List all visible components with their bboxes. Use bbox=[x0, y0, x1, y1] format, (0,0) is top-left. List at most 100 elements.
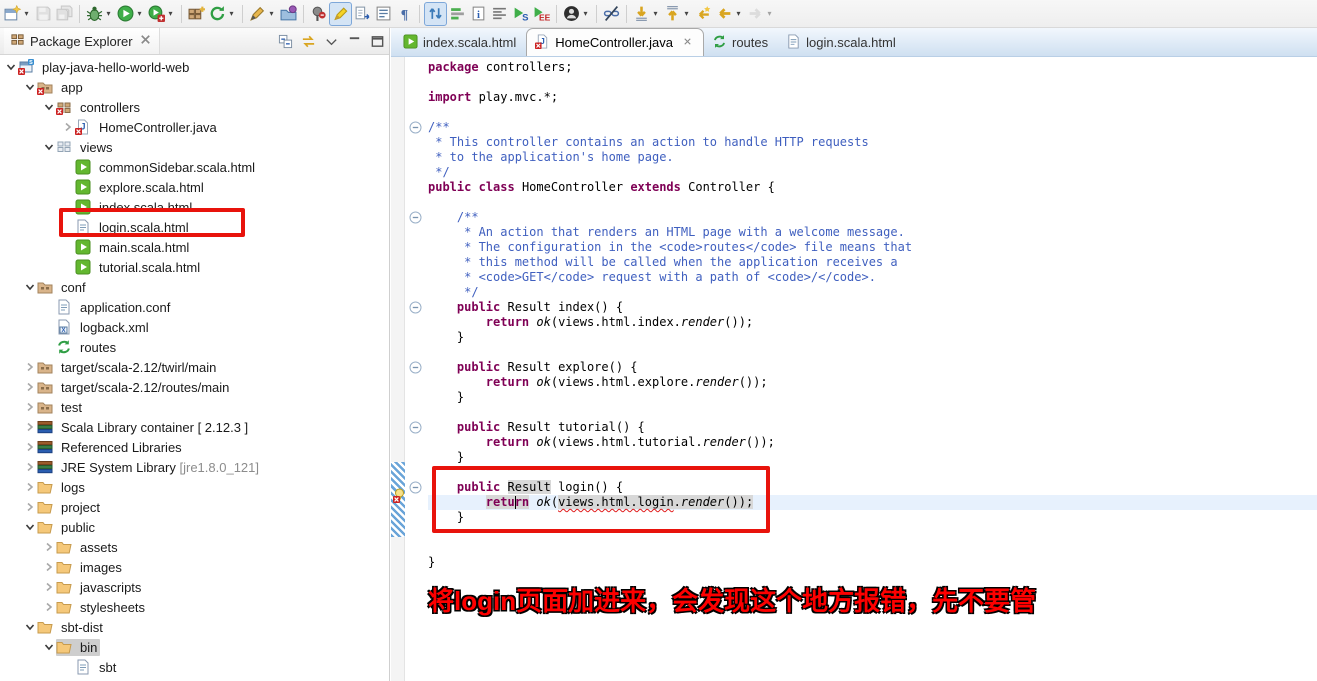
code-line-24[interactable] bbox=[428, 405, 912, 420]
tree-item-target-scala-2.12-routes-main[interactable]: target/scala-2.12/routes/main bbox=[0, 377, 389, 397]
code-line-22[interactable]: return ok(views.html.explore.render()); bbox=[428, 375, 912, 390]
code-line-11[interactable]: /** bbox=[428, 210, 912, 225]
collapsed-arrow-icon[interactable] bbox=[42, 560, 56, 574]
pin-editor-button[interactable] bbox=[308, 2, 329, 26]
tree-item-stylesheets[interactable]: stylesheets bbox=[0, 597, 389, 617]
code-line-19[interactable]: } bbox=[428, 330, 912, 345]
show-info-button[interactable]: i bbox=[468, 2, 489, 26]
tree-item-content[interactable]: Scala Library container [ 2.12.3 ] bbox=[37, 419, 251, 436]
dropdown-arrow-icon[interactable]: ▾ bbox=[267, 9, 276, 18]
tree-item-content[interactable]: project bbox=[37, 499, 103, 516]
tree-item-assets[interactable]: assets bbox=[0, 537, 389, 557]
code-line-1[interactable]: package controllers; bbox=[428, 60, 912, 75]
tree-item-commonsidebar.scala.html[interactable]: commonSidebar.scala.html bbox=[0, 157, 389, 177]
expanded-arrow-icon[interactable] bbox=[4, 60, 18, 74]
open-task-button[interactable] bbox=[278, 2, 299, 26]
code-line-17[interactable]: public Result index() { bbox=[428, 300, 912, 315]
expanded-arrow-icon[interactable] bbox=[42, 140, 56, 154]
code-line-2[interactable] bbox=[428, 75, 912, 90]
tree-item-javascripts[interactable]: javascripts bbox=[0, 577, 389, 597]
dropdown-arrow-icon[interactable]: ▾ bbox=[581, 9, 590, 18]
run-ee-button[interactable]: EE bbox=[531, 2, 552, 26]
collapse-all-icon[interactable] bbox=[278, 34, 293, 49]
collapsed-arrow-icon[interactable] bbox=[23, 440, 37, 454]
maximize-icon[interactable] bbox=[370, 34, 385, 49]
collapsed-arrow-icon[interactable] bbox=[23, 460, 37, 474]
editor-body[interactable]: package controllers; import play.mvc.*; /*… bbox=[391, 57, 1317, 681]
code-line-8[interactable]: */ bbox=[428, 165, 912, 180]
new-button[interactable]: ▾ bbox=[2, 2, 33, 26]
tree-item-main.scala.html[interactable]: main.scala.html bbox=[0, 237, 389, 257]
dropdown-arrow-icon[interactable]: ▾ bbox=[135, 9, 144, 18]
toggle-sync-button[interactable] bbox=[424, 1, 447, 26]
folding-margin[interactable] bbox=[405, 57, 428, 681]
dropdown-arrow-icon[interactable]: ▾ bbox=[166, 9, 175, 18]
code-line-14[interactable]: * this method will be called when the ap… bbox=[428, 255, 912, 270]
code-line-7[interactable]: * to the application's home page. bbox=[428, 150, 912, 165]
tree-item-content[interactable]: assets bbox=[56, 539, 121, 556]
gradle-refresh-button[interactable]: ▾ bbox=[207, 2, 238, 26]
code-line-10[interactable] bbox=[428, 195, 912, 210]
code-line-3[interactable]: import play.mvc.*; bbox=[428, 90, 912, 105]
tree-item-content[interactable]: public bbox=[37, 519, 98, 536]
tree-item-logback.xml[interactable]: Xlogback.xml bbox=[0, 317, 389, 337]
expanded-arrow-icon[interactable] bbox=[23, 80, 37, 94]
tree-item-conf[interactable]: conf bbox=[0, 277, 389, 297]
dropdown-arrow-icon[interactable]: ▾ bbox=[104, 9, 113, 18]
editor-tab-login.scala.html[interactable]: login.scala.html bbox=[778, 29, 906, 56]
tree-item-content[interactable]: javascripts bbox=[56, 579, 144, 596]
dropdown-arrow-icon[interactable]: ▾ bbox=[734, 9, 743, 18]
code-line-18[interactable]: return ok(views.html.index.render()); bbox=[428, 315, 912, 330]
link-with-editor-icon[interactable] bbox=[301, 34, 316, 49]
tree-item-test[interactable]: test bbox=[0, 397, 389, 417]
code-line-23[interactable]: } bbox=[428, 390, 912, 405]
tree-item-content[interactable]: commonSidebar.scala.html bbox=[75, 159, 258, 176]
expanded-arrow-icon[interactable] bbox=[23, 620, 37, 634]
last-edit-location-button[interactable] bbox=[693, 2, 714, 26]
prev-annotation-button[interactable]: ▾ bbox=[662, 2, 693, 26]
code-line-29[interactable]: public Result login() { bbox=[428, 480, 912, 495]
tree-item-content[interactable]: application.conf bbox=[56, 299, 173, 316]
tree-item-content[interactable]: sbt-dist bbox=[37, 619, 106, 636]
collapsed-arrow-icon[interactable] bbox=[23, 480, 37, 494]
code-line-27[interactable]: } bbox=[428, 450, 912, 465]
tree-item-content[interactable]: Splay-java-hello-world-web bbox=[18, 59, 192, 76]
tree-item-content[interactable]: images bbox=[56, 559, 125, 576]
code-line-28[interactable] bbox=[428, 465, 912, 480]
code-line-30[interactable]: return ok(views.html.login.render()); bbox=[428, 495, 912, 510]
toggle-link-editor-button[interactable] bbox=[601, 2, 622, 26]
collapsed-arrow-icon[interactable] bbox=[42, 580, 56, 594]
tree-item-application.conf[interactable]: application.conf bbox=[0, 297, 389, 317]
expanded-arrow-icon[interactable] bbox=[42, 100, 56, 114]
linked-pages-button[interactable] bbox=[352, 2, 373, 26]
expanded-arrow-icon[interactable] bbox=[23, 280, 37, 294]
back-button[interactable]: ▾ bbox=[714, 2, 745, 26]
tree-item-controllers[interactable]: controllers bbox=[0, 97, 389, 117]
close-icon[interactable] bbox=[678, 35, 693, 50]
tree-item-content[interactable]: explore.scala.html bbox=[75, 179, 207, 196]
tree-item-target-scala-2.12-twirl-main[interactable]: target/scala-2.12/twirl/main bbox=[0, 357, 389, 377]
tree-item-images[interactable]: images bbox=[0, 557, 389, 577]
close-icon[interactable] bbox=[138, 32, 153, 50]
collapsed-arrow-icon[interactable] bbox=[42, 540, 56, 554]
code-line-13[interactable]: * The configuration in the <code>routes<… bbox=[428, 240, 912, 255]
tree-item-public[interactable]: public bbox=[0, 517, 389, 537]
marker-pen-button[interactable]: ▾ bbox=[247, 2, 278, 26]
tree-item-content[interactable]: JRE System Library [jre1.8.0_121] bbox=[37, 459, 262, 476]
tree-item-content[interactable]: sbt bbox=[75, 659, 119, 676]
tree-item-content[interactable]: test bbox=[37, 399, 85, 416]
tree-item-content[interactable]: bin bbox=[56, 638, 101, 656]
tree-item-homecontroller.java[interactable]: J HomeController.java bbox=[0, 117, 389, 137]
minimize-icon[interactable] bbox=[347, 34, 362, 49]
run-button[interactable]: ▾ bbox=[115, 2, 146, 26]
tree-item-bin[interactable]: bin bbox=[0, 637, 389, 657]
tree-item-scala-library-container-2.12.3-[interactable]: Scala Library container [ 2.12.3 ] bbox=[0, 417, 389, 437]
collapsed-arrow-icon[interactable] bbox=[61, 120, 75, 134]
tree-item-content[interactable]: login.scala.html bbox=[75, 219, 192, 236]
tree-item-content[interactable]: views bbox=[56, 139, 116, 156]
quickfix-error-icon[interactable] bbox=[392, 488, 406, 503]
fold-collapse-icon[interactable] bbox=[409, 481, 422, 494]
mark-occurrences-button[interactable] bbox=[447, 2, 468, 26]
fold-collapse-icon[interactable] bbox=[409, 301, 422, 314]
tree-item-content[interactable]: J HomeController.java bbox=[75, 119, 220, 136]
